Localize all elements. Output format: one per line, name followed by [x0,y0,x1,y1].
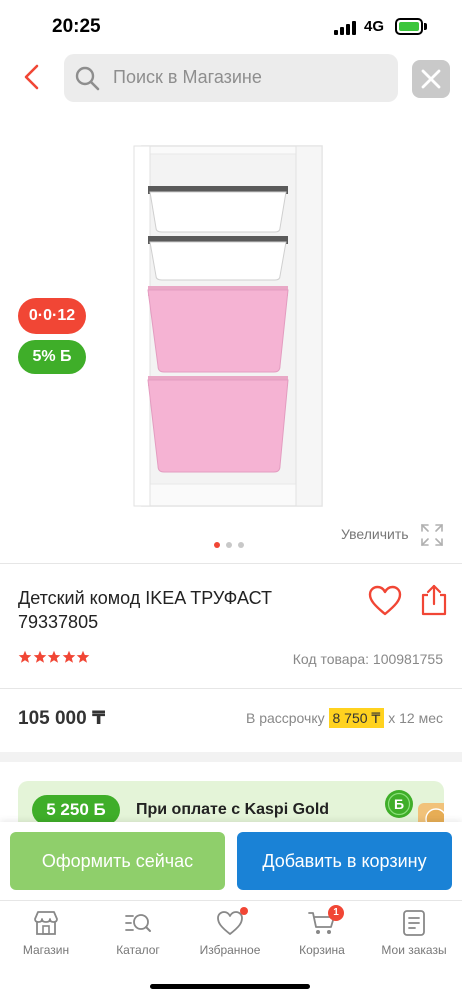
tab-catalog[interactable]: Каталог [92,909,184,969]
installment-badge: 0·0·12 [18,298,86,334]
search-icon [75,66,100,91]
share-button[interactable] [419,583,449,617]
star-icon [18,650,32,663]
share-icon [421,584,447,616]
orders-icon [400,909,428,937]
tab-label: Избранное [199,943,261,957]
product-code: Код товара: 100981755 [292,651,443,667]
tab-orders[interactable]: Мои заказы [368,909,460,969]
action-bar: Оформить сейчас Добавить в корзину [0,822,462,900]
price: 105 000 ₸ [18,708,106,729]
status-time: 20:25 [52,16,101,37]
network-type: 4G [364,18,385,35]
tab-label: Магазин [22,943,70,957]
search-placeholder: Поиск в Магазине [113,67,262,87]
product-image[interactable] [130,140,330,510]
installment-prefix: В рассрочку [245,710,325,726]
buy-now-button[interactable]: Оформить сейчас [10,832,225,890]
store-icon [32,909,60,937]
bonus-coin-icon: Б [385,790,413,818]
tab-favorites[interactable]: Избранное [184,907,276,969]
gallery-dot [238,542,244,548]
installment-amount: 8 750 ₸ [328,708,385,728]
divider [0,688,462,689]
home-indicator [150,984,310,989]
status-bar: 20:25 4G [0,0,462,52]
clear-search-button[interactable] [412,60,450,98]
installment-suffix: х 12 мес [388,710,443,726]
bonus-badge: 5% Б [18,340,86,374]
zoom-label[interactable]: Увеличить [341,526,409,542]
heart-icon [368,585,402,616]
tab-cart[interactable]: 1 Корзина [276,905,368,969]
search-header: Поиск в Магазине [0,52,462,108]
favorites-indicator-dot [240,907,248,915]
tab-label: Мои заказы [381,943,447,957]
star-icon [62,650,75,663]
product-gallery[interactable]: 0·0·12 5% Б Увеличить [0,110,462,560]
favorite-button[interactable] [368,585,402,617]
cart-count-badge: 1 [328,905,344,921]
product-title: Детский комод IKEA ТРУФАСТ 79337805 [18,588,272,632]
gallery-dot [214,542,220,548]
back-button[interactable] [18,62,48,92]
star-icon [76,650,90,663]
search-input[interactable]: Поиск в Магазине [64,54,398,102]
battery-icon [395,18,423,35]
expand-icon[interactable] [420,523,444,547]
coin-letter: Б [394,796,404,812]
catalog-icon [124,909,152,937]
tab-label: Корзина [299,943,345,957]
star-icon [47,650,61,663]
heart-icon [216,907,248,937]
gallery-dot [226,542,232,548]
battery-cap [424,23,427,30]
tab-label: Каталог [116,943,160,957]
divider [0,563,462,564]
cart-icon: 1 [308,905,344,937]
add-to-cart-button[interactable]: Добавить в корзину [237,832,452,890]
tab-store[interactable]: Магазин [0,909,92,969]
installment-info[interactable]: В рассрочку 8 750 ₸ х 12 мес [245,708,443,728]
signal-icon [334,19,356,35]
rating-stars [18,650,91,666]
gallery-pagination [214,542,254,550]
chevron-left-icon [24,64,39,90]
bonus-amount-pill: 5 250 Б [32,795,120,825]
star-icon [33,650,46,663]
kaspi-gold-text: При оплате с Kaspi Gold [136,801,330,818]
close-icon [421,69,441,89]
section-gap [0,752,462,762]
